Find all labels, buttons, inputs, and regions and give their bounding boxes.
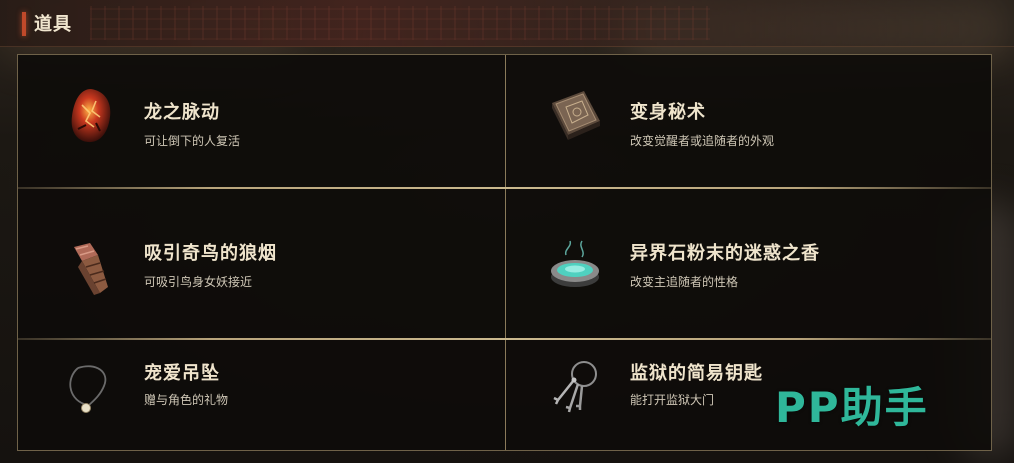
- item-card-bird-smoke[interactable]: 吸引奇鸟的狼烟 可吸引鸟身女妖接近: [18, 189, 505, 338]
- item-description: 可让倒下的人复活: [144, 134, 241, 148]
- item-description: 赠与角色的礼物: [144, 393, 229, 407]
- item-description: 改变主追随者的性格: [630, 275, 739, 289]
- item-description: 能打开监狱大门: [630, 393, 715, 407]
- item-description: 可吸引鸟身女妖接近: [144, 275, 253, 289]
- item-card-dragon-pulse[interactable]: 龙之脉动 可让倒下的人复活: [18, 55, 505, 187]
- item-name: 监狱的简易钥匙: [630, 363, 763, 384]
- item-name: 变身秘术: [630, 102, 706, 123]
- item-name: 龙之脉动: [144, 102, 220, 123]
- dragon-heart-stone-icon: [60, 85, 122, 147]
- watermark-logo: PP助手: [775, 383, 929, 432]
- spellbook-icon: [544, 85, 606, 147]
- item-description: 改变觉醒者或追随者的外观: [630, 134, 775, 148]
- page-title: 道具: [34, 14, 72, 35]
- header-bar: 道具: [0, 0, 1014, 47]
- game-screen: 道具 龙之脉动 可让倒下的人复活 变身秘术 改变觉醒者或追随者的外观 吸引奇鸟的…: [0, 0, 1014, 463]
- item-name: 吸引奇鸟的狼烟: [144, 243, 277, 264]
- item-card-confusion-incense[interactable]: 异界石粉末的迷惑之香 改变主追随者的性格: [506, 189, 993, 338]
- header-accent-mark: [22, 12, 26, 36]
- item-name: 宠爱吊坠: [144, 363, 220, 384]
- item-card-transformation-art[interactable]: 变身秘术 改变觉醒者或追随者的外观: [506, 55, 993, 187]
- header-ornament: [90, 6, 710, 40]
- item-card-affection-pendant[interactable]: 宠爱吊坠 赠与角色的礼物: [18, 340, 505, 450]
- smoke-bomb-icon: [60, 237, 122, 299]
- key-ring-icon: [544, 358, 606, 420]
- pendant-necklace-icon: [60, 358, 122, 420]
- item-name: 异界石粉末的迷惑之香: [630, 243, 820, 264]
- incense-bowl-icon: [544, 237, 606, 299]
